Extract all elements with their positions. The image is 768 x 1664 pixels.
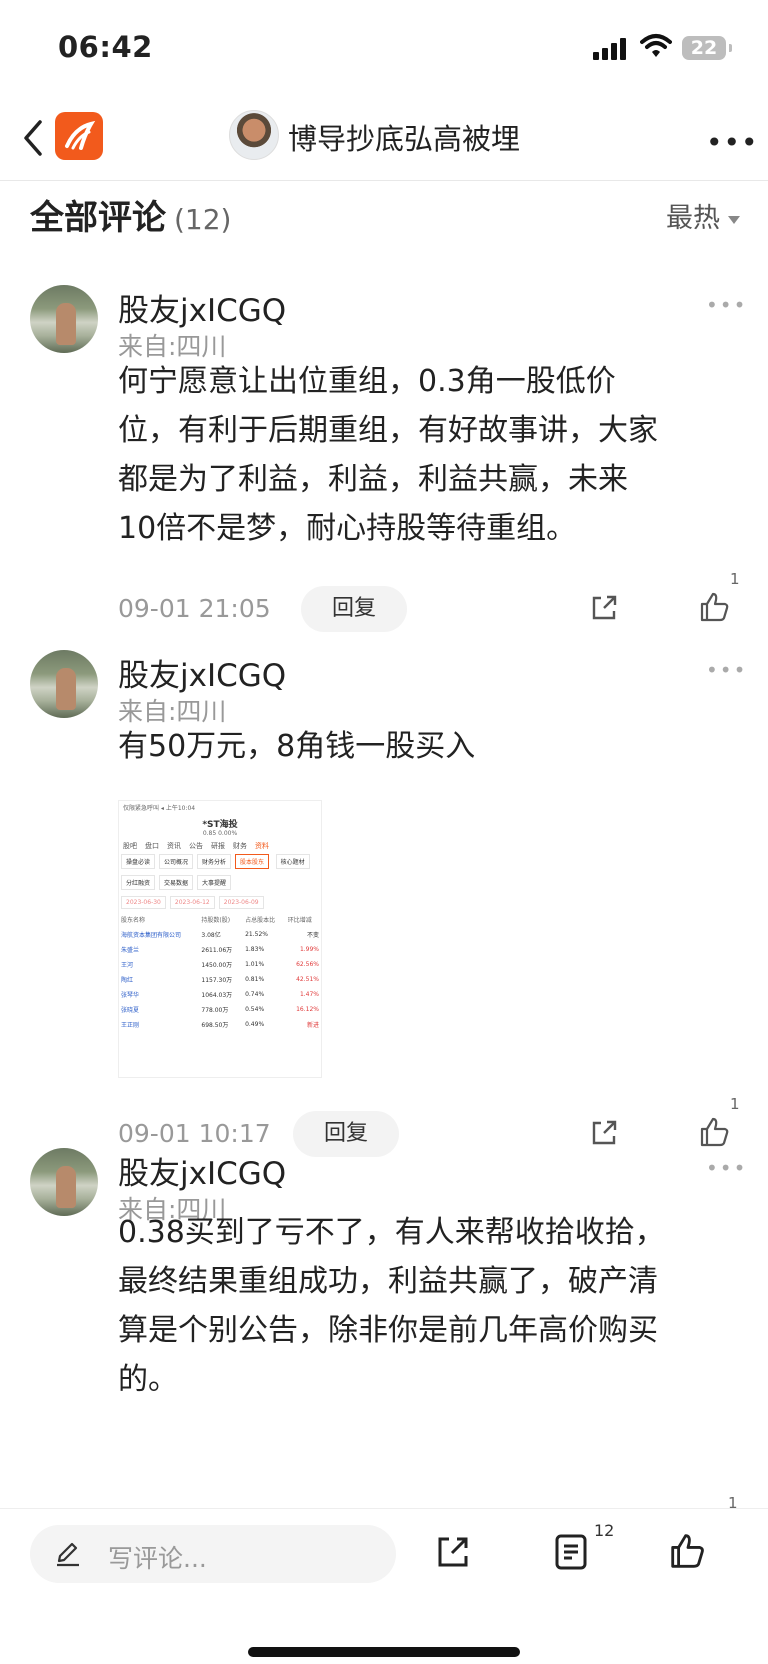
comment-text: 有50万元，8角钱一股买入 [118, 729, 476, 764]
screenshot-price: 0.85 0.00% [202, 830, 238, 837]
comment-text: 0.38买到了亏不了，有人来帮收拾收拾， 最终结果重组成功，利益共赢了，破产清 … [118, 1215, 665, 1397]
comments-count: (12) [174, 203, 232, 236]
attached-screenshot[interactable]: 仅限紧急呼叫 ◂ 上午10:04 *ST海投 0.85 0.00% 股吧 盘口 资讯… [118, 800, 322, 1078]
like-icon[interactable] [668, 1531, 708, 1571]
comment-more-icon[interactable]: ••• [706, 658, 747, 682]
post-title: 博导抄底弘高被埋 [288, 122, 521, 156]
screenshot-shareholder-table: 股东名称 持股数(股) 占总股本比 环比增减 海航资本集团有限公司 3.08亿 21.52… [121, 917, 319, 1029]
chevron-down-icon [728, 215, 740, 224]
comment-more-icon[interactable]: ••• [706, 1156, 747, 1180]
like-icon[interactable] [698, 590, 732, 624]
sort-dropdown[interactable]: 最热 [666, 196, 740, 235]
sort-label: 最热 [666, 203, 720, 234]
share-icon[interactable] [588, 592, 620, 624]
user-avatar[interactable] [30, 650, 98, 718]
like-count: 1 [730, 1095, 740, 1113]
author-avatar[interactable] [229, 110, 279, 160]
comment-username[interactable]: 股友jxICGQ [118, 1148, 286, 1193]
comment-username[interactable]: 股友jxICGQ [118, 650, 286, 695]
comment-meta: 09-01 21:05 回复 1 [118, 570, 740, 632]
reply-button[interactable]: 回复 [293, 1111, 399, 1157]
screenshot-stock-name: *ST海投 [202, 820, 238, 830]
screenshot-tabs: 股吧 盘口 资讯 公告 研报 财务 资料 [123, 842, 269, 850]
bottom-action-bar: 写评论... 12 [0, 1508, 768, 1664]
share-icon[interactable] [588, 1117, 620, 1149]
cellular-signal-icon [593, 38, 626, 60]
comment-input-placeholder: 写评论... [108, 1544, 207, 1573]
comment-text: 何宁愿意让出位重组，0.3角一股低价 位，有利于后期重组，有好故事讲，大家 都是… [118, 364, 658, 546]
screenshot-buttons: 操盘必读 公司概况 财务分析 股本股东 核心题材分红融资 交易数据 大事提醒 [119, 851, 321, 893]
user-avatar[interactable] [30, 285, 98, 353]
status-bar: 06:42 22 [0, 0, 768, 96]
pen-icon [57, 1542, 79, 1567]
more-options-icon[interactable]: ••• [706, 126, 759, 159]
comment-time: 09-01 21:05 [118, 594, 271, 623]
comment-count-badge: 12 [594, 1521, 615, 1540]
reply-button[interactable]: 回复 [301, 586, 407, 632]
app-logo-icon[interactable] [55, 112, 103, 160]
nav-bar: 博导抄底弘高被埋 ••• [0, 96, 768, 181]
comments-header: 全部评论 (12) 最热 [30, 190, 740, 250]
comment-username[interactable]: 股友jxICGQ [118, 285, 286, 330]
comment-input[interactable]: 写评论... [30, 1525, 396, 1583]
share-icon[interactable] [434, 1533, 472, 1571]
comment-more-icon[interactable]: ••• [706, 293, 747, 317]
comment-time: 09-01 10:17 [118, 1119, 271, 1148]
comments-list-icon[interactable] [554, 1533, 588, 1571]
home-indicator[interactable] [248, 1647, 520, 1657]
like-count: 1 [730, 570, 740, 588]
back-arrow-icon[interactable] [18, 116, 48, 160]
screenshot-dates: 2023-06-30 2023-06-12 2023-06-09 [119, 893, 321, 912]
like-icon[interactable] [698, 1115, 732, 1149]
screenshot-status: 仅限紧急呼叫 ◂ 上午10:04 [123, 805, 196, 812]
comments-title: 全部评论 [30, 198, 166, 238]
wifi-icon [640, 34, 672, 57]
status-time: 06:42 [58, 30, 153, 64]
user-avatar[interactable] [30, 1148, 98, 1216]
battery-indicator: 22 [682, 36, 732, 60]
